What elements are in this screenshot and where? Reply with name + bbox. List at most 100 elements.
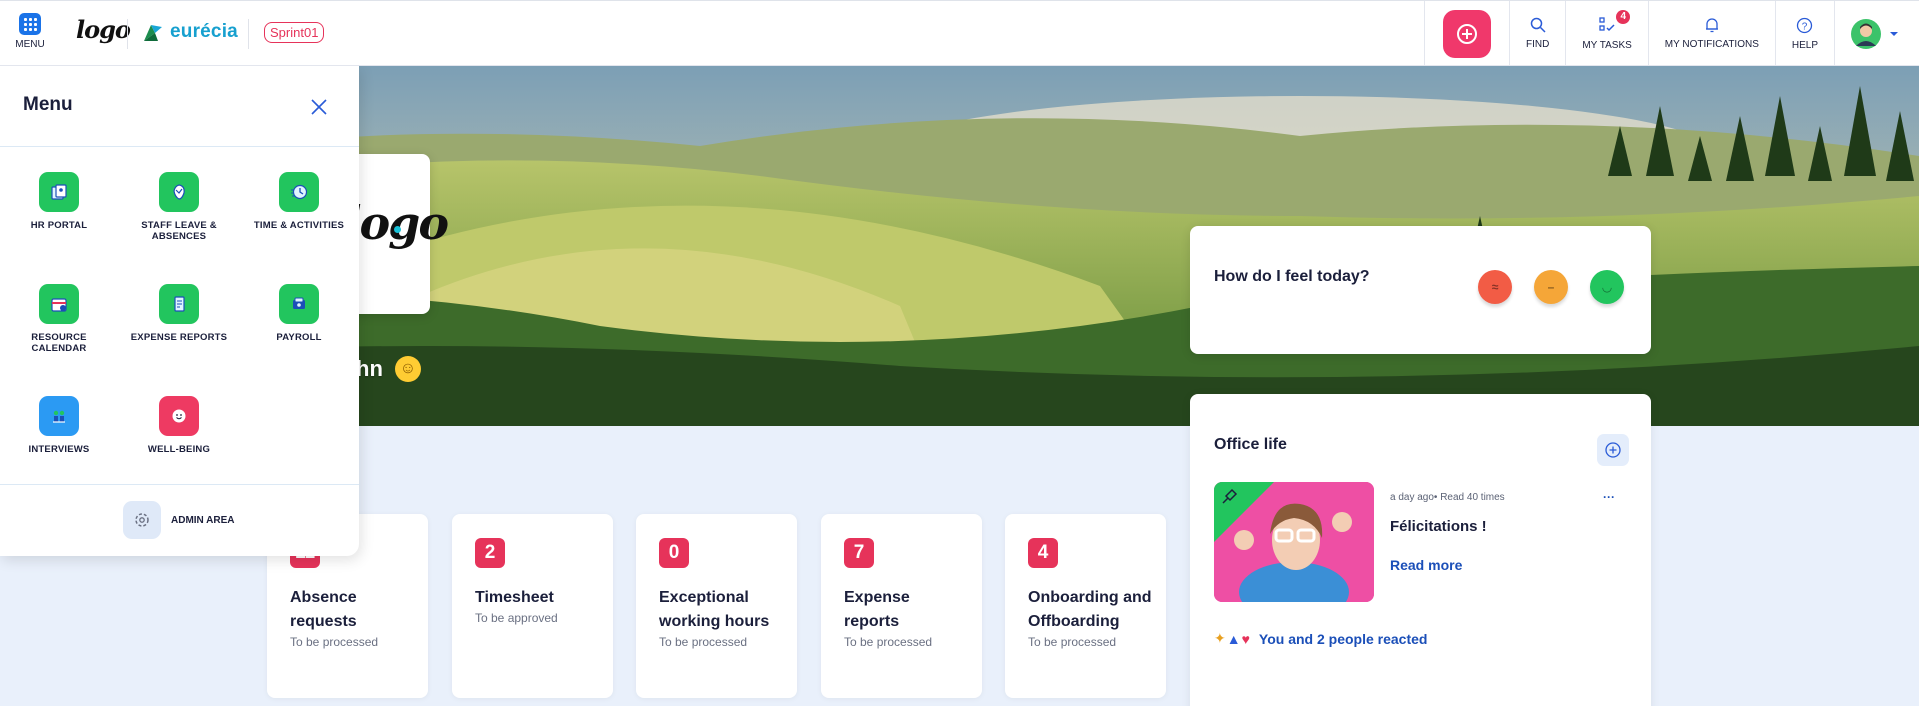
post-title: Félicitations ! — [1390, 518, 1487, 535]
grid-icon — [19, 13, 41, 35]
clock-icon — [279, 172, 319, 212]
admin-area-button[interactable]: ADMIN AREA — [123, 501, 235, 539]
plus-circle-icon — [1456, 23, 1477, 44]
menu-item-label: STAFF LEAVE & ABSENCES — [141, 220, 217, 242]
find-label: FIND — [1525, 39, 1550, 50]
menu-item-resource-calendar[interactable]: RESOURCE CALENDAR — [4, 284, 114, 354]
mood-question: How do I feel today? — [1214, 268, 1370, 285]
menu-item-label: PAYROLL — [276, 332, 322, 343]
task-count: 7 — [844, 538, 874, 568]
task-title: Expense reports — [844, 589, 910, 630]
company-logo[interactable]: logo — [76, 15, 131, 44]
menu-item-expense-reports[interactable]: EXPENSE REPORTS — [124, 284, 234, 343]
task-tile-onboarding[interactable]: 4 Onboarding and Offboarding To be proces… — [1005, 514, 1166, 698]
menu-item-hr-portal[interactable]: HR PORTAL — [4, 172, 114, 231]
task-title: Timesheet — [475, 589, 554, 606]
post-options-button[interactable]: ··· — [1603, 490, 1615, 504]
reactions-text: You and 2 people reacted — [1258, 630, 1428, 647]
topbar-actions: FIND 4 MY TASKS MY NOTIFICATIONS ? HELP — [1423, 1, 1919, 66]
quick-add-button[interactable] — [1442, 9, 1491, 58]
top-bar: MENU logo eurécia Sprint01 FIND 4 MY TAS… — [0, 0, 1919, 66]
payroll-icon — [279, 284, 319, 324]
plus-circle-icon — [1605, 442, 1621, 458]
logo-dot — [394, 226, 401, 233]
notifications-button[interactable]: MY NOTIFICATIONS — [1647, 1, 1775, 66]
office-life-title: Office life — [1214, 436, 1287, 453]
eurecia-leaf-icon — [144, 25, 162, 41]
menu-item-well-being[interactable]: WELL-BEING — [124, 396, 234, 455]
receipt-icon — [159, 284, 199, 324]
task-status: To be processed — [290, 635, 379, 649]
menu-item-interviews[interactable]: INTERVIEWS — [4, 396, 114, 455]
side-menu-panel: Menu HR PORTAL STAFF LEAVE & ABSENCES TI… — [0, 66, 359, 556]
mood-happy-button[interactable]: ◡ — [1590, 270, 1624, 304]
admin-area-label: ADMIN AREA — [171, 514, 235, 526]
menu-item-label: INTERVIEWS — [28, 444, 90, 455]
find-button[interactable]: FIND — [1508, 1, 1565, 66]
menu-item-label: HR PORTAL — [30, 220, 88, 231]
task-status: To be processed — [659, 635, 748, 649]
menu-item-label: WELL-BEING — [147, 444, 211, 455]
office-life-card: Office life a day ago• Read 40 times ···… — [1190, 394, 1651, 706]
interviews-icon — [39, 396, 79, 436]
task-count: 4 — [1028, 538, 1058, 568]
tasks-count-badge: 4 — [1616, 10, 1631, 24]
menu-divider — [0, 484, 359, 485]
post-thumbnail[interactable] — [1214, 482, 1374, 602]
wellbeing-icon — [159, 396, 199, 436]
eurecia-logo[interactable]: eurécia — [142, 21, 238, 43]
help-icon: ? — [1797, 17, 1813, 33]
close-icon — [311, 99, 327, 115]
task-title: Exceptional working hours — [659, 589, 770, 630]
read-more-link[interactable]: Read more — [1390, 557, 1462, 573]
leave-icon — [159, 172, 199, 212]
menu-item-label: EXPENSE REPORTS — [130, 332, 228, 343]
greeting: hn ☺ — [356, 356, 421, 382]
chevron-down-icon — [1890, 31, 1898, 36]
menu-item-label: TIME & ACTIVITIES — [253, 220, 345, 231]
quick-add-button-wrap — [1423, 1, 1509, 66]
post-reactions[interactable]: ✦ ▲ ♥ You and 2 people reacted — [1214, 630, 1427, 647]
task-count: 2 — [475, 538, 505, 568]
company-logo-large: logo — [344, 196, 449, 250]
menu-label: MENU — [15, 39, 45, 50]
menu-item-staff-leave[interactable]: STAFF LEAVE & ABSENCES — [124, 172, 234, 242]
avatar — [1851, 18, 1881, 49]
menu-divider — [0, 146, 359, 147]
task-list-icon — [1599, 17, 1615, 32]
task-tile-exceptional-hours[interactable]: 0 Exceptional working hours To be process… — [636, 514, 797, 698]
settings-icon — [123, 501, 161, 539]
my-tasks-button[interactable]: 4 MY TASKS — [1565, 1, 1647, 66]
user-menu-button[interactable] — [1834, 1, 1919, 66]
mood-neutral-button[interactable]: – — [1534, 270, 1568, 304]
help-label: HELP — [1791, 39, 1818, 51]
task-count: 0 — [659, 538, 689, 568]
close-menu-button[interactable] — [306, 94, 332, 120]
environment-badge: Sprint01 — [264, 22, 325, 43]
calendar-icon — [39, 284, 79, 324]
task-tile-timesheet[interactable]: 2 Timesheet To be approved — [452, 514, 613, 698]
help-button[interactable]: ? HELP — [1774, 1, 1834, 66]
hr-portal-icon — [39, 172, 79, 212]
my-tasks-label: MY TASKS — [1582, 40, 1632, 51]
search-icon — [1530, 17, 1546, 33]
divider — [248, 19, 249, 49]
menu-item-payroll[interactable]: PAYROLL — [244, 284, 354, 343]
greeting-text: hn — [356, 356, 383, 381]
bell-icon — [1705, 18, 1718, 33]
menu-item-time-activities[interactable]: TIME & ACTIVITIES — [244, 172, 354, 231]
post-image — [1214, 482, 1374, 602]
task-tile-expense-reports[interactable]: 7 Expense reports To be processed — [821, 514, 982, 698]
post-meta: a day ago• Read 40 times — [1390, 492, 1505, 503]
add-post-button[interactable] — [1597, 434, 1629, 466]
smile-emoji-icon: ☺ — [394, 356, 421, 382]
mood-unhappy-button[interactable]: ≈ — [1478, 270, 1512, 304]
notifications-label: MY NOTIFICATIONS — [1664, 39, 1759, 50]
menu-title: Menu — [23, 94, 73, 115]
thumbs-up-reaction-icon: ▲ — [1226, 630, 1241, 647]
svg-text:?: ? — [1802, 21, 1808, 32]
mood-card: How do I feel today? ≈ – ◡ — [1190, 226, 1651, 354]
task-status: To be processed — [1028, 635, 1117, 649]
menu-button[interactable]: MENU — [12, 13, 48, 50]
menu-item-label: RESOURCE CALENDAR — [31, 332, 87, 354]
